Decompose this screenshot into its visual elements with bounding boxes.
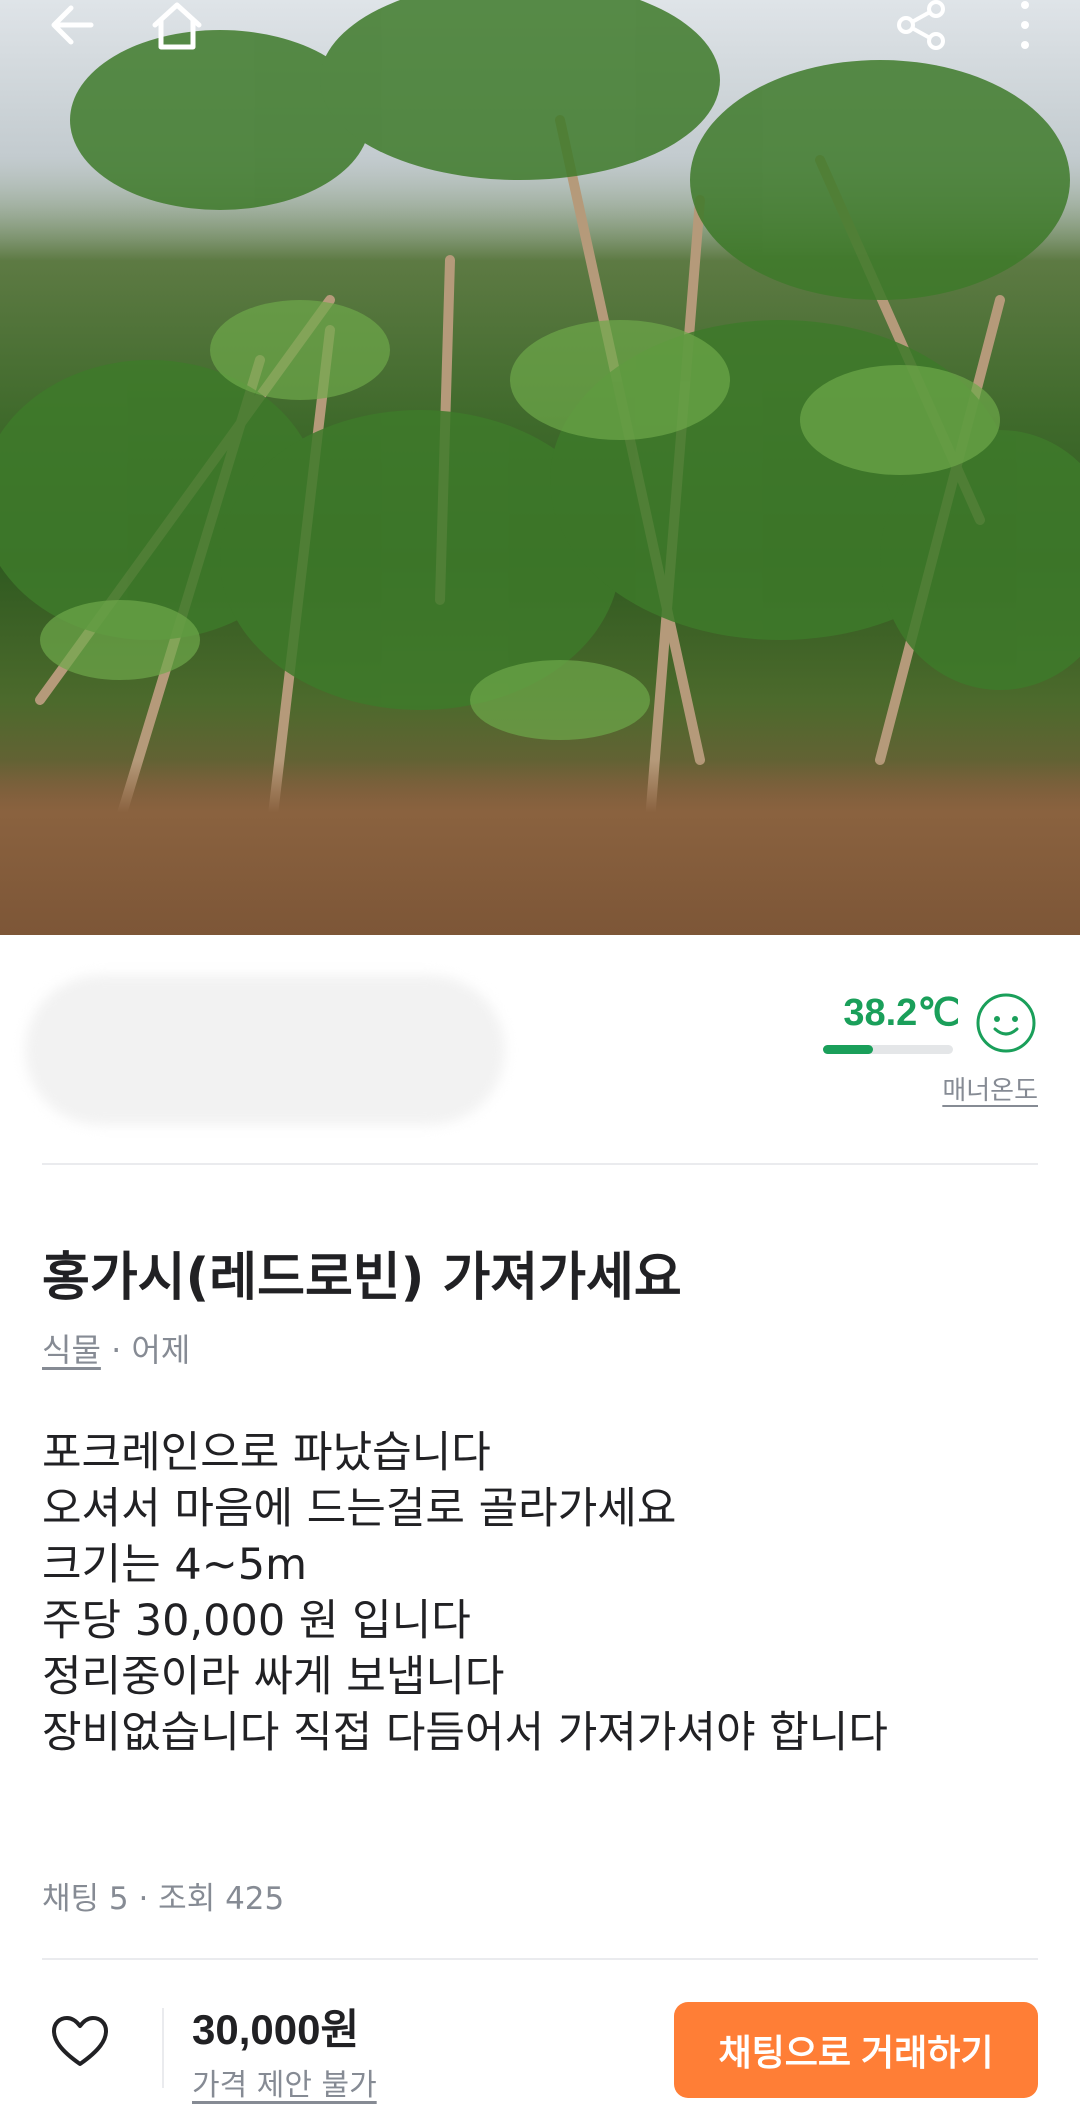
bottom-bar: 30,000원 가격 제안 불가 채팅으로 거래하기 (0, 1968, 1080, 2119)
description-line: 주당 30,000 원 입니다 (42, 1596, 471, 1646)
category-link[interactable]: 식물 (42, 1331, 101, 1369)
product-photo[interactable] (0, 0, 1080, 935)
description-line: 오셔서 마음에 드는걸로 골라가세요 (42, 1484, 677, 1534)
description-line: 포크레인으로 파났습니다 (42, 1428, 491, 1478)
meta-separator: · (100, 1331, 132, 1369)
manner-temperature-bar-fill (823, 1045, 873, 1054)
home-button[interactable] (142, 0, 212, 60)
post-stats: 채팅 5 · 조회 425 (42, 1881, 285, 1917)
top-bar (0, 0, 1080, 60)
more-vertical-icon (1021, 1, 1029, 49)
share-icon (897, 0, 945, 50)
post-title: 홍가시(레드로빈) 가져가세요 (42, 1248, 682, 1308)
seller-profile[interactable]: 38.2℃ 매너온도 (0, 935, 1080, 1165)
chat-button[interactable]: 채팅으로 거래하기 (674, 2002, 1038, 2098)
arrow-left-icon (51, 5, 94, 45)
divider (42, 1163, 1038, 1165)
manner-temperature-label[interactable]: 매너온도 (942, 1070, 1038, 1107)
manner-temperature: 38.2℃ (843, 992, 960, 1034)
post-meta: 식물 · 어제 (42, 1325, 190, 1371)
post-time: 어제 (131, 1331, 191, 1369)
description-line: 장비없습니다 직접 다듬어서 가져가셔야 합니다 (42, 1708, 888, 1758)
price: 30,000원 (192, 2006, 360, 2053)
seller-info-blurred (25, 975, 505, 1125)
price-negotiation-status: 가격 제안 불가 (192, 2068, 377, 2103)
divider (42, 1958, 1038, 1960)
heart-icon[interactable] (50, 2014, 110, 2070)
back-button[interactable] (37, 0, 107, 60)
manner-temperature-bar (823, 1045, 953, 1054)
description-line: 정리중이라 싸게 보냅니다 (42, 1652, 505, 1702)
more-button[interactable] (990, 0, 1060, 60)
vertical-divider (162, 2008, 164, 2088)
description-line: 크기는 4~5m (42, 1540, 307, 1590)
smile-face-icon (976, 993, 1036, 1053)
share-button[interactable] (886, 0, 956, 60)
home-icon (152, 2, 202, 50)
photo-ground (0, 760, 1080, 935)
post-description: 포크레인으로 파났습니다 오셔서 마음에 드는걸로 골라가세요 크기는 4~5m… (42, 1425, 1042, 1761)
